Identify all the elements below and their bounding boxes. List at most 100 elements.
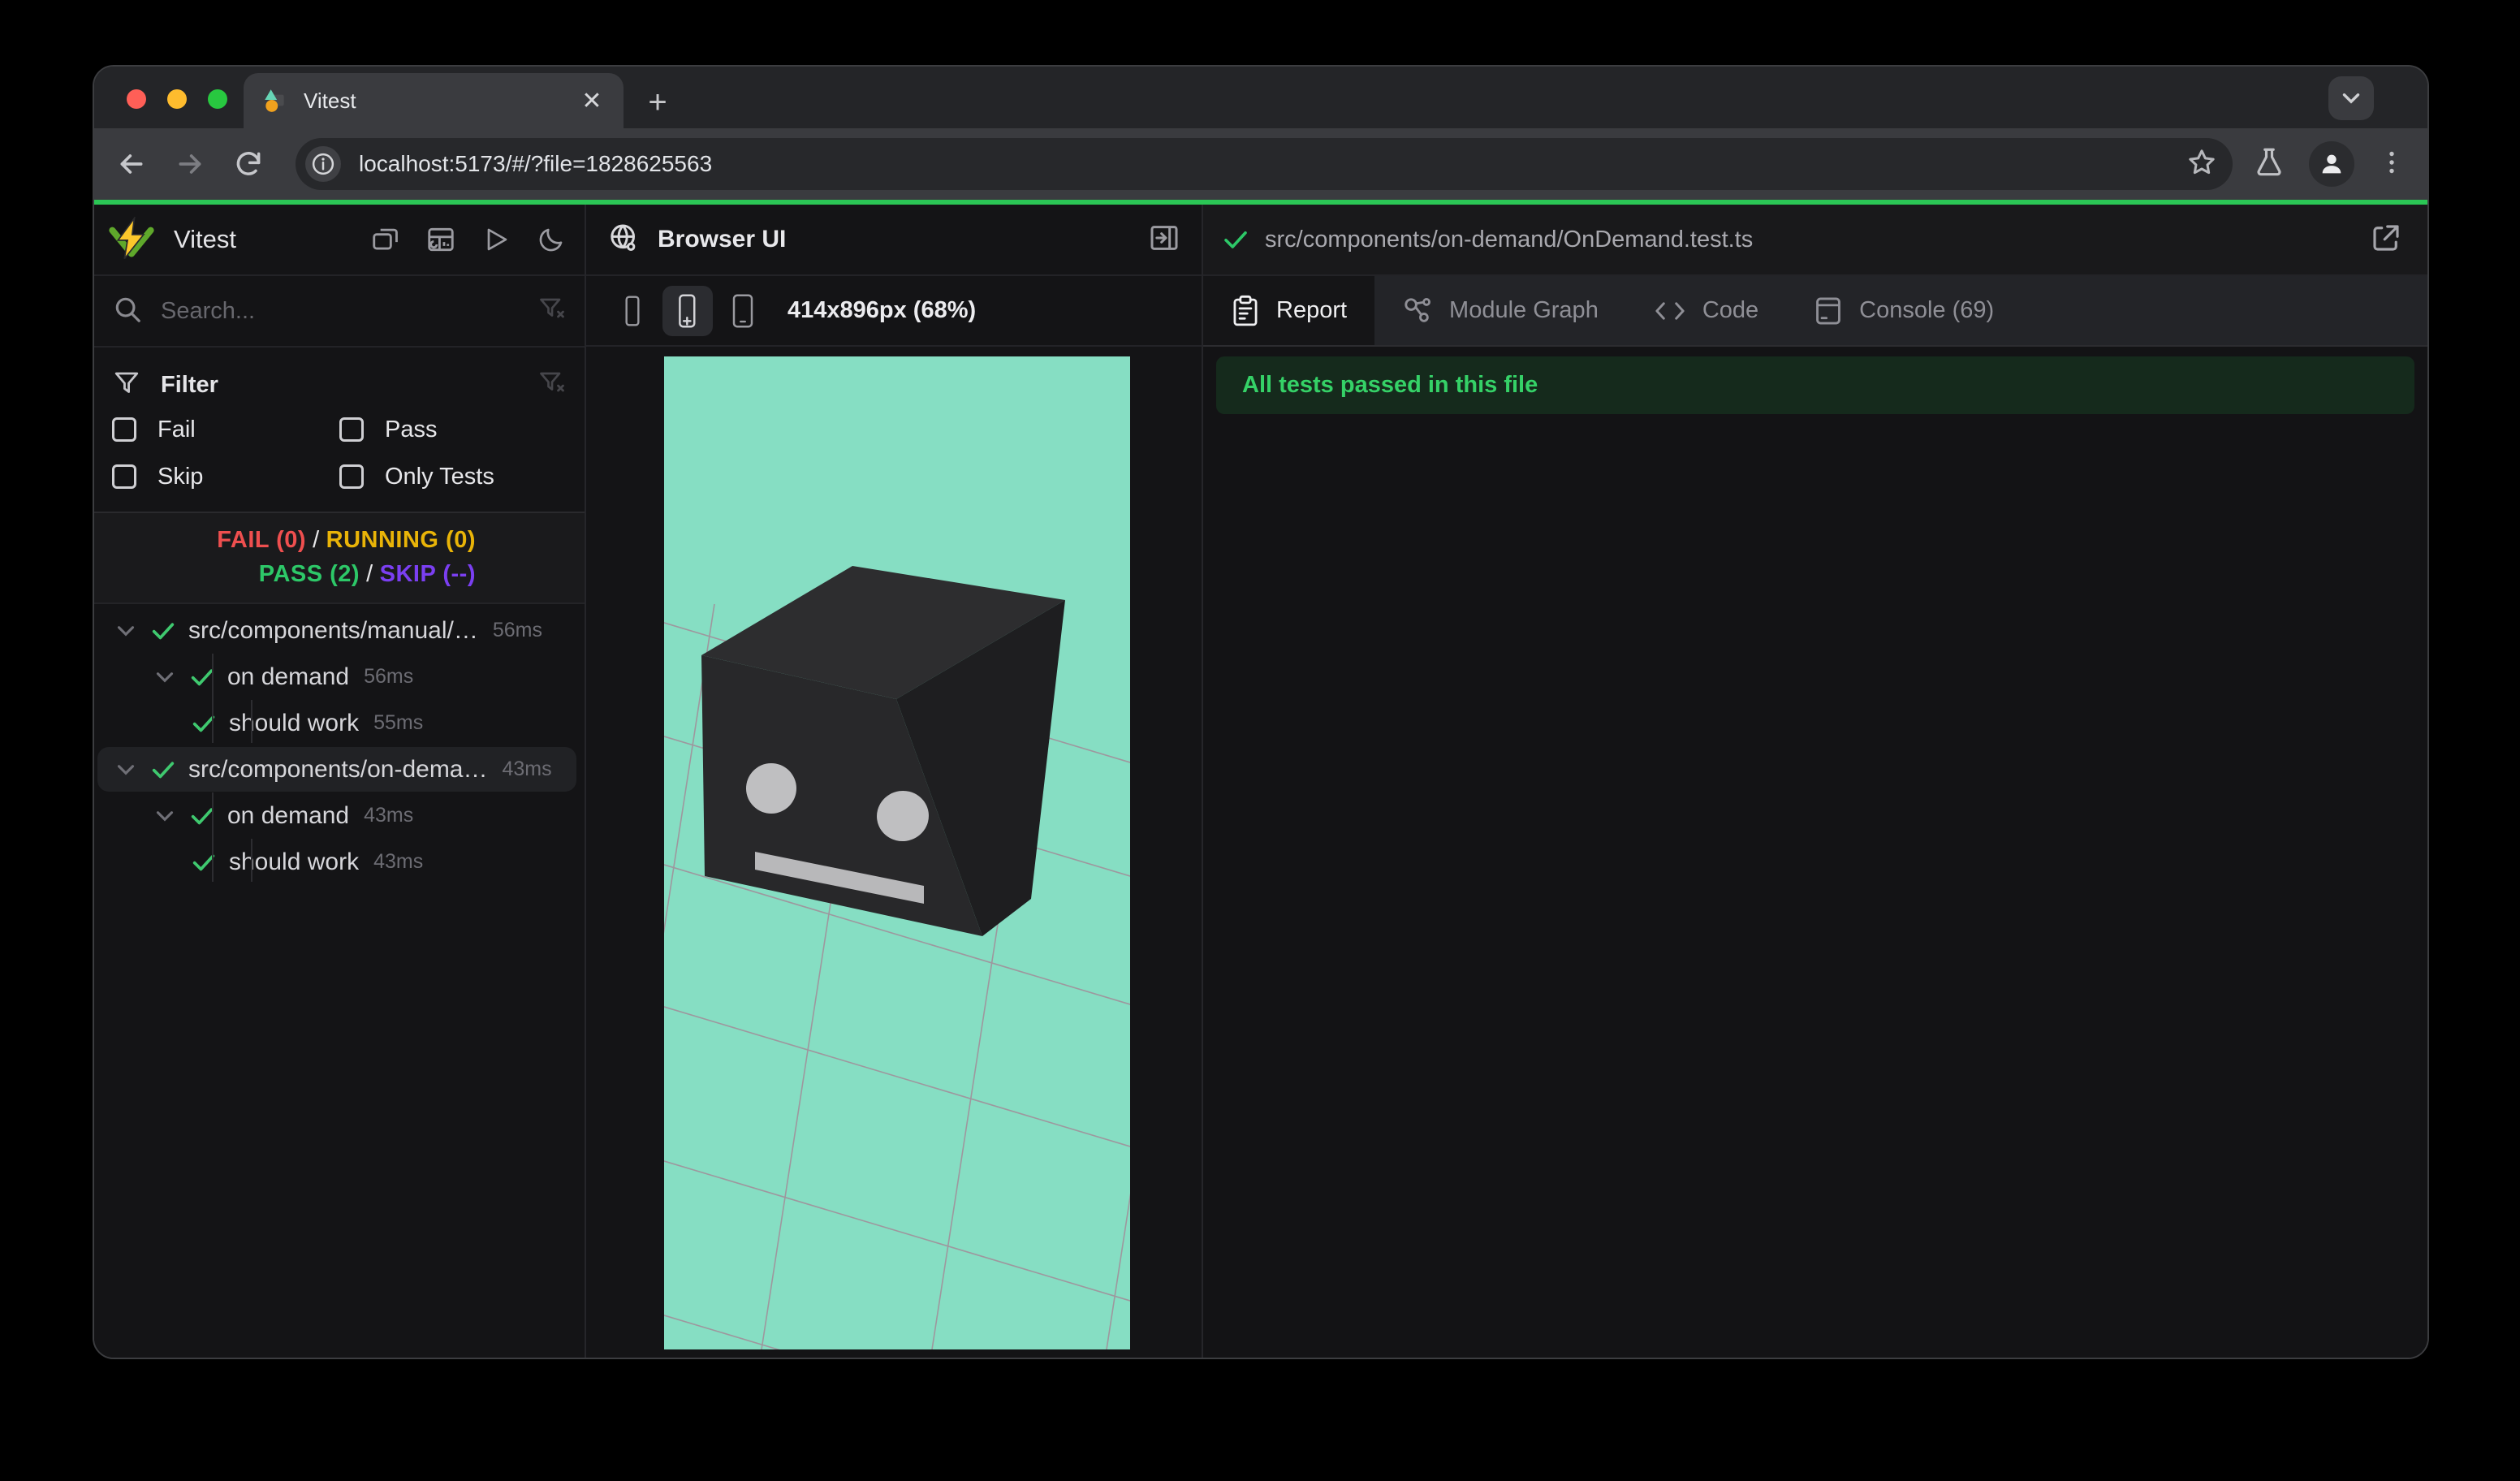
indent-guide [251,839,252,882]
search-input[interactable] [161,297,537,325]
info-icon [312,153,334,175]
test-explorer-sidebar: Vitest Search... Filter Fail Pass Skip O… [94,205,586,1358]
sidebar-title: Vitest [174,225,236,253]
test-preview-viewport[interactable] [664,356,1130,1349]
clear-search-filter-icon[interactable] [537,295,567,328]
external-link-icon [2373,224,2399,251]
site-info-button[interactable] [305,146,341,182]
only-tests-label: Only Tests [385,463,494,490]
test-case-row[interactable]: should work 55ms [94,700,585,746]
new-tab-button[interactable]: + [636,81,679,123]
indent-guide [251,700,252,743]
moon-icon [539,228,563,252]
reload-button[interactable] [224,140,273,188]
chevron-down-icon[interactable] [112,756,149,784]
close-window-button[interactable] [127,89,146,109]
pass-check-icon [188,663,227,691]
browser-menu-button[interactable] [2377,148,2406,181]
panel-expand-button[interactable] [1148,222,1180,258]
test-file-path: src/components/on-demand/OnDemand.test.t… [1265,226,1754,253]
fail-checkbox[interactable] [112,417,136,442]
test-suite-row[interactable]: on demand 43ms [94,792,585,839]
skip-checkbox[interactable] [112,464,136,489]
test-suite-row[interactable]: on demand 56ms [94,654,585,700]
tab-search-button[interactable] [2328,76,2374,120]
browser-tab-vitest[interactable]: Vitest ✕ [244,73,624,128]
experiments-flask-icon[interactable] [2252,145,2286,184]
dashboard-button[interactable] [424,222,458,257]
filter-option-only-tests[interactable]: Only Tests [339,464,567,490]
forward-button[interactable] [166,140,214,188]
indent-guide [212,654,214,743]
skip-label: Skip [158,463,204,490]
pass-check-icon [149,756,188,784]
test-label: src/components/manual/… [188,616,478,644]
search-row [94,276,585,348]
all-tests-passed-banner: All tests passed in this file [1216,356,2414,414]
phone-plus-icon [679,294,696,327]
filter-row-1: Fail Pass [112,406,567,453]
test-label: on demand [227,801,350,829]
chevron-down-icon[interactable] [151,663,188,691]
test-duration: 55ms [373,711,424,734]
fail-count: FAIL (0) [217,527,307,553]
module-graph-icon [1402,296,1433,326]
test-duration: 56ms [364,665,414,688]
test-summary: FAIL (0) / RUNNING (0) PASS (2) / SKIP (--) [94,512,585,604]
dark-mode-toggle[interactable] [534,222,568,257]
code-icon [1654,296,1686,326]
chevron-down-icon[interactable] [151,802,188,830]
device-small-button[interactable] [607,286,658,336]
tablet-icon [732,294,753,327]
pass-check-icon [1221,225,1250,254]
profile-avatar-button[interactable] [2309,141,2354,187]
vitest-logo-icon [109,217,154,260]
open-external-button[interactable] [2369,221,2403,259]
browser-toolbar: localhost:5173/#/?file=1828625563 [94,128,2427,200]
pass-count: PASS (2) [258,561,360,587]
test-file-row[interactable]: src/components/manual/… 56ms [94,607,585,654]
pass-checkbox[interactable] [339,417,364,442]
run-all-button[interactable] [479,222,513,257]
vitest-favicon [265,89,284,112]
tab-close-icon[interactable]: ✕ [578,87,606,114]
windows-restore-icon [373,228,398,250]
minimize-window-button[interactable] [167,89,187,109]
filter-option-fail[interactable]: Fail [112,417,339,443]
tab-code[interactable]: Code [1626,276,1786,345]
filter-option-skip[interactable]: Skip [112,464,339,490]
device-large-button[interactable] [718,286,768,336]
test-file-row-selected[interactable]: src/components/on-dema… 43ms [94,746,585,792]
tab-module-graph[interactable]: Module Graph [1374,276,1626,345]
device-toolbar: 414x896px (68%) [586,276,1202,347]
filter-option-pass[interactable]: Pass [339,417,567,443]
search-icon [112,294,143,329]
device-add-button[interactable] [662,285,713,336]
test-label: on demand [227,663,350,690]
clear-filters-icon[interactable] [537,369,567,402]
filter-row-2: Skip Only Tests [112,453,567,500]
test-case-row[interactable]: should work 43ms [94,839,585,885]
url-text[interactable]: localhost:5173/#/?file=1828625563 [359,151,2186,177]
traffic-lights [127,89,227,109]
tab-console[interactable]: Console (69) [1786,276,2022,345]
test-label: should work [229,848,360,875]
address-bar[interactable]: localhost:5173/#/?file=1828625563 [296,138,2233,190]
only-tests-checkbox[interactable] [339,464,364,489]
bookmark-star-icon[interactable] [2186,146,2218,183]
chevron-down-icon [2342,93,2360,104]
banner-text: All tests passed in this file [1242,372,1538,398]
report-panel: src/components/on-demand/OnDemand.test.t… [1203,205,2427,1358]
back-button[interactable] [107,140,156,188]
person-icon [2322,154,2341,174]
desktop-background: Vitest ✕ + localhost:5173/#/?file=182862… [0,0,2520,1481]
zoom-window-button[interactable] [208,89,227,109]
panel-right-icon [1150,225,1178,250]
sidebar-actions [369,222,568,257]
vitest-ui-page: Vitest Search... Filter Fail Pass Skip O… [94,205,2427,1358]
collapse-panels-button[interactable] [369,222,403,257]
tab-report[interactable]: Report [1203,276,1375,345]
console-icon [1814,296,1843,326]
chevron-down-icon[interactable] [112,617,149,645]
tab-module-graph-label: Module Graph [1449,297,1599,323]
